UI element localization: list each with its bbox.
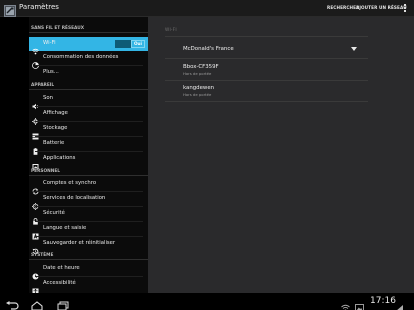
- sidebar-item-label: Consommation des données: [43, 54, 119, 60]
- network-status: Hors de portée: [183, 92, 212, 97]
- sidebar-item-more[interactable]: Plus...: [29, 66, 148, 80]
- section-divider: [29, 175, 148, 176]
- network-divider: [165, 101, 368, 102]
- recent-apps-icon[interactable]: [56, 296, 70, 310]
- dropdown-arrow-icon[interactable]: [351, 47, 357, 51]
- section-divider: [29, 89, 148, 90]
- sidebar-item-battery[interactable]: Batterie: [29, 137, 148, 155]
- section-divider: [29, 32, 148, 33]
- page-title: Paramètres: [19, 3, 59, 11]
- toggle-label: Oui: [134, 41, 142, 46]
- search-action[interactable]: RECHERCHER: [327, 5, 359, 10]
- sidebar-item-security[interactable]: Sécurité: [29, 207, 148, 225]
- sidebar-item-label: Accessibilité: [43, 280, 76, 286]
- sidebar-item-storage[interactable]: Stockage: [29, 122, 148, 140]
- network-ssid: McDonald's France: [183, 46, 234, 52]
- lock-icon: [32, 210, 39, 225]
- storage-icon: [32, 125, 39, 140]
- section-header-personal: PERSONNEL: [31, 169, 61, 174]
- language-icon: [32, 225, 39, 240]
- sidebar-item-backup-reset[interactable]: Sauvegarder et réinitialiser: [29, 237, 148, 255]
- section-header-wireless: SANS FIL ET RÉSEAUX: [31, 26, 85, 31]
- sidebar-item-language-input[interactable]: Langue et saisie: [29, 222, 148, 240]
- sidebar-item-accessibility[interactable]: Accessibilité: [29, 277, 148, 293]
- clock-icon: [32, 265, 39, 280]
- action-bar: Paramètres RECHERCHER AJOUTER UN RÉSEAU: [0, 0, 414, 17]
- sidebar-item-date-time[interactable]: Date et heure: [29, 262, 148, 280]
- wifi-icon: [32, 40, 39, 55]
- screenshot-notification-icon: [355, 297, 364, 310]
- sync-icon: [32, 180, 39, 195]
- sidebar-item-label: Stockage: [43, 125, 68, 131]
- section-header-device: APPAREIL: [31, 83, 55, 88]
- add-network-action[interactable]: AJOUTER UN RÉSEAU: [356, 5, 407, 10]
- network-divider: [165, 58, 368, 59]
- sidebar-item-wifi[interactable]: Wi-Fi Oui: [29, 37, 148, 55]
- section-divider: [29, 259, 148, 260]
- sidebar-item-label: Son: [43, 95, 53, 101]
- section-header-system: SYSTÈME: [31, 253, 54, 258]
- sidebar-item-sound[interactable]: Son: [29, 92, 148, 110]
- sidebar-item-label: Batterie: [43, 140, 65, 146]
- sidebar-item-location-services[interactable]: Services de localisation: [29, 192, 148, 210]
- wifi-details-pane: WI-FI McDonald's France Bbox-CF359F Hors…: [148, 17, 414, 293]
- location-icon: [32, 195, 39, 210]
- sidebar-item-label: Langue et saisie: [43, 225, 87, 231]
- back-icon[interactable]: [5, 296, 19, 310]
- sidebar-item-label: Comptes et synchro: [43, 180, 97, 186]
- home-icon[interactable]: [30, 296, 44, 310]
- header-divider: [165, 36, 368, 37]
- settings-categories-pane: SANS FIL ET RÉSEAUX Wi-Fi Oui Consommati…: [29, 17, 148, 293]
- sidebar-item-label: Plus...: [43, 69, 59, 75]
- overflow-menu-icon[interactable]: [402, 3, 408, 14]
- network-item-kangdewen[interactable]: kangdewen Hors de portée: [183, 85, 214, 97]
- settings-app-icon[interactable]: [4, 2, 16, 17]
- sidebar-item-accounts-sync[interactable]: Comptes et synchro: [29, 177, 148, 195]
- system-navigation-bar: 17:16: [0, 293, 414, 310]
- status-clock: 17:16: [370, 296, 396, 306]
- sidebar-item-label: Applications: [43, 155, 76, 161]
- battery-status-icon: [395, 297, 404, 310]
- sidebar-item-applications[interactable]: Applications: [29, 152, 148, 170]
- network-ssid: kangdewen: [183, 85, 215, 91]
- sidebar-item-label: Date et heure: [43, 265, 80, 271]
- sidebar-item-label: Sécurité: [43, 210, 65, 216]
- wifi-toggle[interactable]: Oui: [115, 40, 145, 48]
- network-item-bbox[interactable]: Bbox-CF359F Hors de portée: [183, 64, 219, 76]
- volume-icon: [32, 95, 39, 110]
- battery-icon: [32, 140, 39, 155]
- sidebar-item-label: Affichage: [43, 110, 68, 116]
- sidebar-item-label: Wi-Fi: [43, 40, 56, 46]
- wifi-section-header: WI-FI: [165, 28, 177, 33]
- accessibility-icon: [32, 280, 39, 293]
- network-item-mcdonalds[interactable]: McDonald's France: [183, 46, 234, 52]
- sidebar-item-data-usage[interactable]: Consommation des données: [29, 51, 148, 69]
- backup-icon: [32, 240, 39, 255]
- wifi-status-icon: [341, 297, 350, 310]
- sidebar-item-label: Services de localisation: [43, 195, 106, 201]
- sidebar-item-display[interactable]: Affichage: [29, 107, 148, 125]
- network-status: Hors de portée: [183, 71, 212, 76]
- network-divider: [165, 80, 368, 81]
- sidebar-item-label: Sauvegarder et réinitialiser: [43, 240, 116, 246]
- network-ssid: Bbox-CF359F: [183, 64, 219, 70]
- data-usage-icon: [32, 54, 39, 69]
- display-icon: [32, 110, 39, 125]
- apps-icon: [32, 155, 39, 170]
